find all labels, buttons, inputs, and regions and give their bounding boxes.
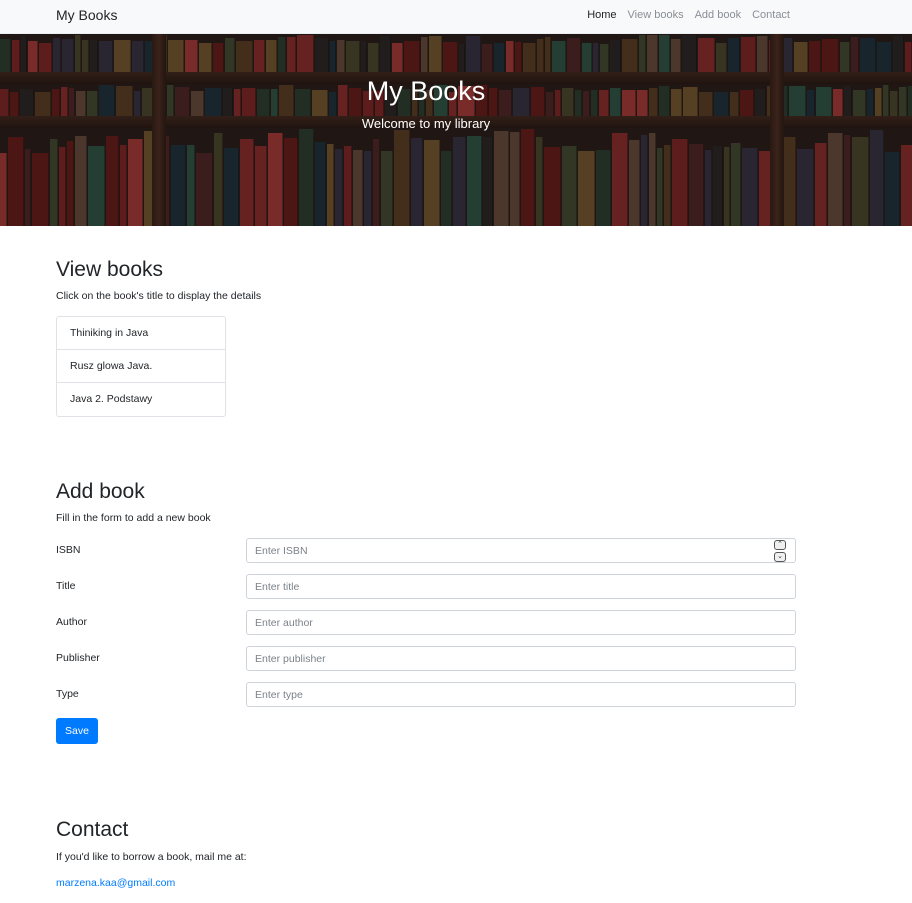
hero-subtitle: Welcome to my library [361,116,491,131]
nav-link-home[interactable]: Home [587,9,616,22]
book-list-item[interactable]: Rusz glowa Java. [57,350,225,383]
navbar: My Books Home View books Add book Contac… [0,0,912,34]
author-input[interactable] [246,610,796,635]
book-list: Thiniking in Java Rusz glowa Java. Java … [56,316,226,417]
isbn-stepper: ⌃ ⌄ [774,540,786,562]
stepper-up-icon[interactable]: ⌃ [774,540,786,550]
book-list-item[interactable]: Java 2. Podstawy [57,383,225,416]
add-book-title: Add book [56,480,145,503]
contact-email-link[interactable]: marzena.kaa@gmail.com [56,877,175,890]
stepper-down-icon[interactable]: ⌄ [774,552,786,562]
publisher-input[interactable] [246,646,796,671]
nav-link-view-books[interactable]: View books [628,9,684,22]
hero-title: My Books [366,76,486,106]
isbn-label: ISBN [56,544,81,556]
author-label: Author [56,616,87,628]
contact-title: Contact [56,818,129,841]
save-button[interactable]: Save [56,718,98,744]
nav-links: Home View books Add book Contact [587,9,790,22]
title-label: Title [56,580,76,592]
navbar-brand[interactable]: My Books [56,7,117,23]
publisher-label: Publisher [56,652,100,664]
nav-link-contact[interactable]: Contact [752,9,790,22]
book-list-item[interactable]: Thiniking in Java [57,317,225,350]
title-input[interactable] [246,574,796,599]
type-label: Type [56,688,79,700]
add-book-description: Fill in the form to add a new book [56,512,211,524]
contact-text: If you'd like to borrow a book, mail me … [56,851,247,863]
isbn-input[interactable] [246,538,796,563]
view-books-title: View books [56,258,164,281]
hero-banner: My Books Welcome to my library [0,34,912,226]
nav-link-add-book[interactable]: Add book [695,9,741,22]
type-input[interactable] [246,682,796,707]
view-books-description: Click on the book's title to display the… [56,290,262,302]
